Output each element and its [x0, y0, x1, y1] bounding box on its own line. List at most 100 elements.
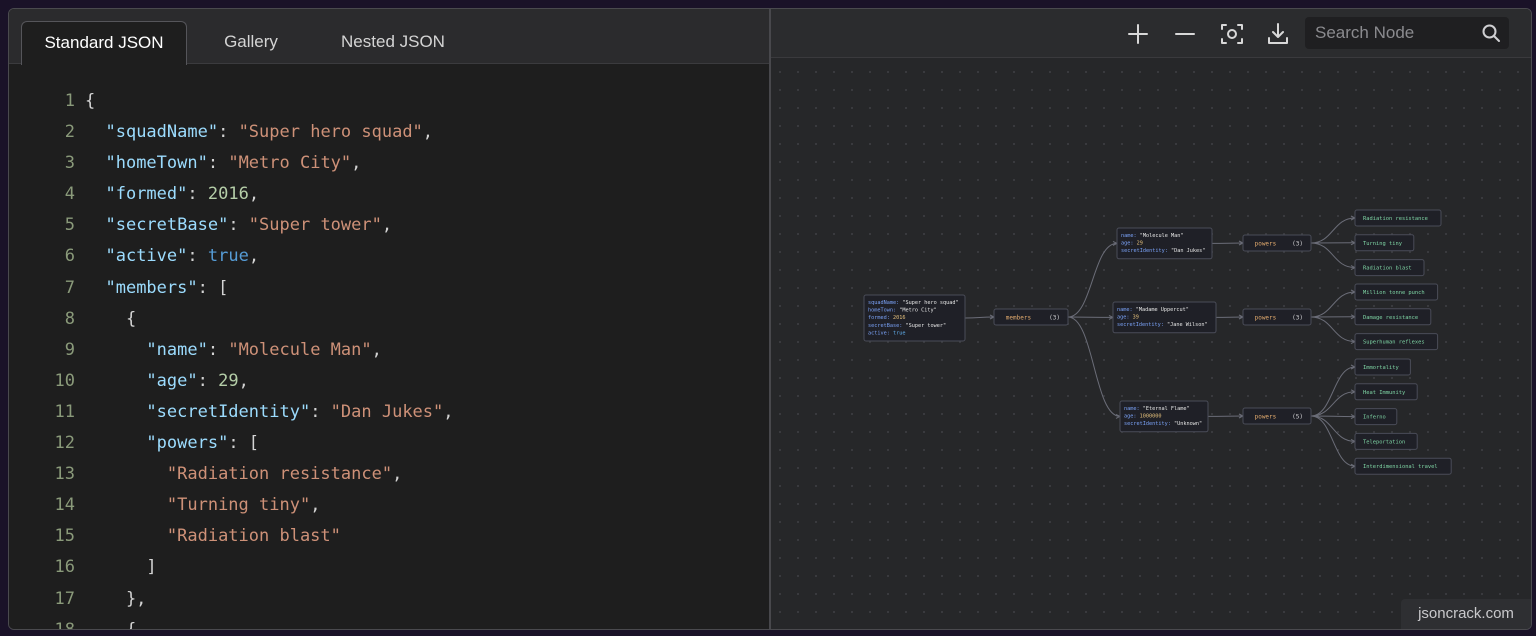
code-text[interactable]: "formed": 2016, [85, 179, 259, 210]
graph-edge [1310, 391, 1356, 417]
line-number: 8 [64, 308, 75, 329]
graph-canvas[interactable]: squadName: "Super hero squad" homeTown: "… [771, 9, 1531, 629]
child-count: (3) [1292, 315, 1303, 322]
code-area[interactable]: 1{2 "squadName": "Super hero squad", 3 "h… [9, 86, 769, 630]
code-line[interactable]: 8 { [9, 304, 769, 335]
node-row: name: "Madame Uppercut" [1117, 307, 1189, 313]
graph-edge [1310, 366, 1356, 417]
parent-label: powers [1255, 414, 1277, 421]
line-number: 5 [64, 215, 75, 236]
tab-standard-json[interactable]: Standard JSON [21, 21, 187, 65]
child-count: (5) [1292, 414, 1303, 421]
code-line[interactable]: 18 { [9, 615, 769, 630]
code-text[interactable]: "active": true, [85, 241, 259, 272]
code-text[interactable]: "members": [ [85, 273, 228, 304]
child-count: (3) [1292, 241, 1303, 248]
code-line[interactable]: 13 "Radiation resistance", [9, 459, 769, 490]
line-number: 4 [64, 184, 75, 205]
node-row: secretIdentity: "Unknown" [1124, 421, 1202, 427]
code-line[interactable]: 5 "secretBase": "Super tower", [9, 210, 769, 241]
line-number: 9 [64, 339, 75, 360]
code-line[interactable]: 6 "active": true, [9, 241, 769, 272]
power-node[interactable]: Radiation resistance [1354, 209, 1442, 227]
code-text[interactable]: "squadName": "Super hero squad", [85, 117, 433, 148]
code-text[interactable]: { [85, 304, 136, 335]
code-text[interactable]: }, [85, 584, 146, 615]
line-number: 10 [54, 370, 75, 391]
code-text[interactable]: ] [85, 552, 156, 583]
power-node[interactable]: Inferno [1354, 408, 1398, 426]
powers-node[interactable]: powers (3) [1242, 308, 1312, 326]
power-node[interactable]: Interdimensional travel [1354, 457, 1452, 475]
code-text[interactable]: "powers": [ [85, 428, 259, 459]
member-node[interactable]: name: "Molecule Man" age: 29secretIdentit… [1116, 227, 1213, 260]
app-window: Standard JSON Gallery Nested JSON 1{2 "s… [8, 8, 1532, 630]
root-node[interactable]: squadName: "Super hero squad" homeTown: "… [863, 294, 966, 342]
member-node[interactable]: name: "Eternal Flame" age: 1000000secretI… [1119, 400, 1209, 433]
node-row: homeTown: "Metro City" [868, 308, 937, 314]
code-text[interactable]: { [85, 86, 95, 117]
code-text[interactable]: "secretIdentity": "Dan Jukes", [85, 397, 453, 428]
line-number: 7 [64, 277, 75, 298]
code-line[interactable]: 17 }, [9, 584, 769, 615]
code-text[interactable]: "name": "Molecule Man", [85, 335, 381, 366]
code-text[interactable]: { [85, 615, 136, 629]
power-label: Radiation blast [1363, 266, 1412, 272]
tab-nested-json[interactable]: Nested JSON [325, 21, 461, 63]
code-line[interactable]: 12 "powers": [ [9, 428, 769, 459]
code-line[interactable]: 3 "homeTown": "Metro City", [9, 148, 769, 179]
power-node[interactable]: Superhuman reflexes [1354, 333, 1439, 351]
graph-edge [1310, 217, 1356, 244]
code-line[interactable]: 10 "age": 29, [9, 366, 769, 397]
power-node[interactable]: Million tonne punch [1354, 283, 1439, 301]
code-text[interactable]: "Radiation resistance", [85, 459, 402, 490]
power-label: Heat Immunity [1363, 390, 1406, 396]
code-line[interactable]: 1{ [9, 86, 769, 117]
graph-edge [1067, 242, 1118, 318]
code-text[interactable]: "age": 29, [85, 366, 248, 397]
code-line[interactable]: 15 "Radiation blast" [9, 521, 769, 552]
line-number: 18 [54, 619, 75, 630]
node-row: squadName: "Super hero squad" [868, 300, 959, 306]
code-text[interactable]: "homeTown": "Metro City", [85, 148, 361, 179]
line-number: 1 [64, 91, 75, 111]
code-line[interactable]: 16 ] [9, 552, 769, 583]
node-row: age: 39 [1117, 315, 1139, 321]
code-line[interactable]: 14 "Turning tiny", [9, 490, 769, 521]
node-row: secretIdentity: "Jane Wilson" [1117, 322, 1208, 328]
code-text[interactable]: "Turning tiny", [85, 490, 321, 521]
code-line[interactable]: 11 "secretIdentity": "Dan Jukes", [9, 397, 769, 428]
line-number: 3 [64, 153, 75, 174]
code-line[interactable]: 7 "members": [ [9, 273, 769, 304]
code-line[interactable]: 9 "name": "Molecule Man", [9, 335, 769, 366]
node-row: active: true [868, 330, 906, 336]
powers-node[interactable]: powers (5) [1242, 407, 1312, 425]
watermark[interactable]: jsoncrack.com [1401, 599, 1531, 629]
node-row: secretBase: "Super tower" [868, 323, 946, 329]
member-node[interactable]: name: "Madame Uppercut" age: 39secretIden… [1112, 301, 1217, 334]
powers-node[interactable]: powers (3) [1242, 234, 1312, 252]
power-label: Teleportation [1363, 439, 1405, 445]
line-number: 15 [54, 526, 75, 547]
json-editor[interactable]: Standard JSON Gallery Nested JSON 1{2 "s… [9, 9, 771, 629]
power-node[interactable]: Teleportation [1354, 432, 1418, 450]
node-row: formed: 2016 [868, 315, 906, 321]
line-number: 17 [54, 588, 75, 609]
graph-edge [1310, 415, 1356, 467]
code-line[interactable]: 2 "squadName": "Super hero squad", [9, 117, 769, 148]
power-node[interactable]: Heat Immunity [1354, 383, 1418, 401]
node-row: name: "Molecule Man" [1121, 233, 1183, 239]
members-node[interactable]: members (3) [993, 308, 1069, 326]
code-line[interactable]: 4 "formed": 2016, [9, 179, 769, 210]
power-node[interactable]: Radiation blast [1354, 259, 1425, 277]
power-node[interactable]: Immortality [1354, 358, 1411, 376]
power-node[interactable]: Turning tiny [1354, 234, 1415, 252]
power-node[interactable]: Damage resistance [1354, 308, 1432, 326]
code-text[interactable]: "Radiation blast" [85, 521, 341, 552]
line-number: 11 [54, 401, 75, 422]
node-row: age: 29 [1121, 241, 1143, 247]
line-number: 6 [64, 246, 75, 267]
line-number: 14 [54, 495, 75, 516]
tab-gallery[interactable]: Gallery [201, 21, 301, 63]
code-text[interactable]: "secretBase": "Super tower", [85, 210, 392, 241]
